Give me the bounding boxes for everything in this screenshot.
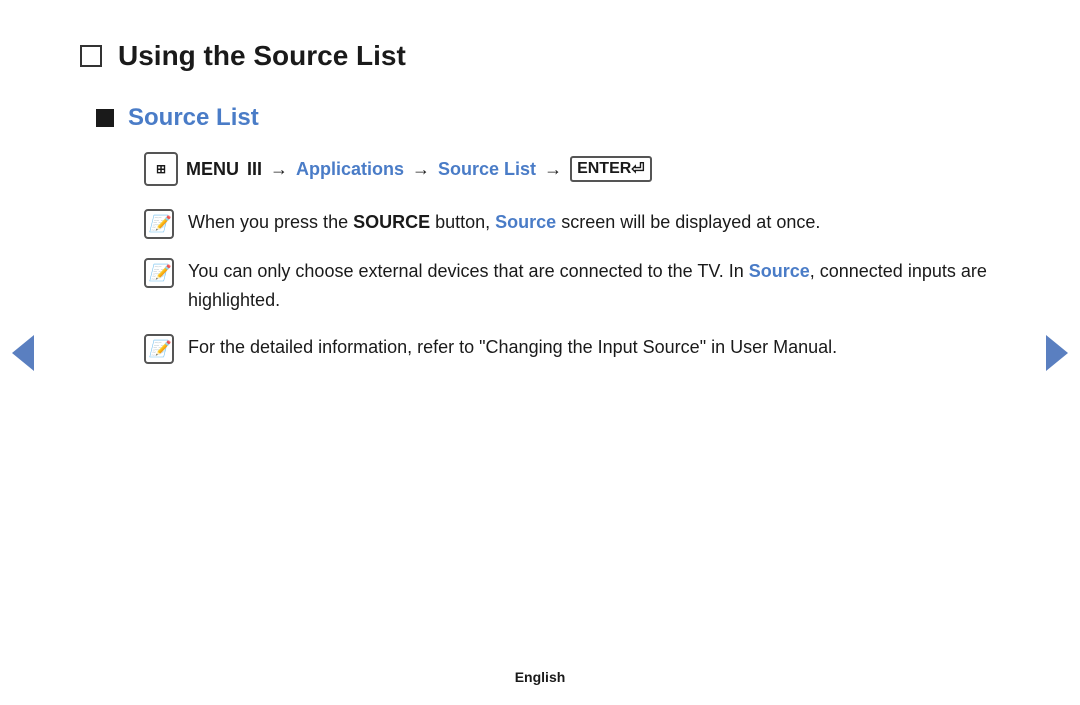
applications-link: Applications: [296, 159, 404, 180]
menu-path: ⊞ MENU III → Applications → Source List →…: [144, 152, 1000, 186]
enter-label: ENTER: [577, 160, 631, 178]
nav-right-button[interactable]: [1046, 335, 1068, 371]
arrow2: →: [412, 159, 430, 180]
enter-icon: ENTER⏎: [570, 156, 652, 182]
source-link-1: Source: [495, 212, 556, 232]
source-list-link: Source List: [438, 159, 536, 180]
arrow1: →: [270, 159, 288, 180]
main-title-checkbox-icon: [80, 45, 102, 67]
note-item-2: 📝 You can only choose external devices t…: [144, 257, 1000, 315]
arrow3: →: [544, 159, 562, 180]
source-link-2: Source: [749, 261, 810, 281]
note-text-3: For the detailed information, refer to "…: [188, 333, 837, 362]
menu-icon: ⊞: [144, 152, 178, 186]
note-icon-1: 📝: [144, 209, 174, 239]
footer-language: English: [515, 669, 566, 685]
section-header: Source List: [96, 104, 1000, 132]
nav-left-button[interactable]: [12, 335, 34, 371]
main-title-text: Using the Source List: [118, 40, 406, 72]
note-text-1: When you press the SOURCE button, Source…: [188, 208, 820, 237]
note-text-2: You can only choose external devices tha…: [188, 257, 1000, 315]
section-bullet-icon: [96, 109, 114, 127]
main-title-section: Using the Source List: [80, 40, 1000, 72]
note-item-1: 📝 When you press the SOURCE button, Sour…: [144, 208, 1000, 239]
note-icon-3: 📝: [144, 334, 174, 364]
note-icon-2: 📝: [144, 258, 174, 288]
section-title: Source List: [128, 104, 259, 132]
note-item-3: 📝 For the detailed information, refer to…: [144, 333, 1000, 364]
menu-label: MENU: [186, 159, 239, 180]
source-bold: SOURCE: [353, 212, 430, 232]
source-list-section: Source List ⊞ MENU III → Applications → S…: [96, 104, 1000, 364]
page-container: Using the Source List Source List ⊞ MENU…: [0, 0, 1080, 705]
menu-bars: III: [247, 159, 262, 180]
